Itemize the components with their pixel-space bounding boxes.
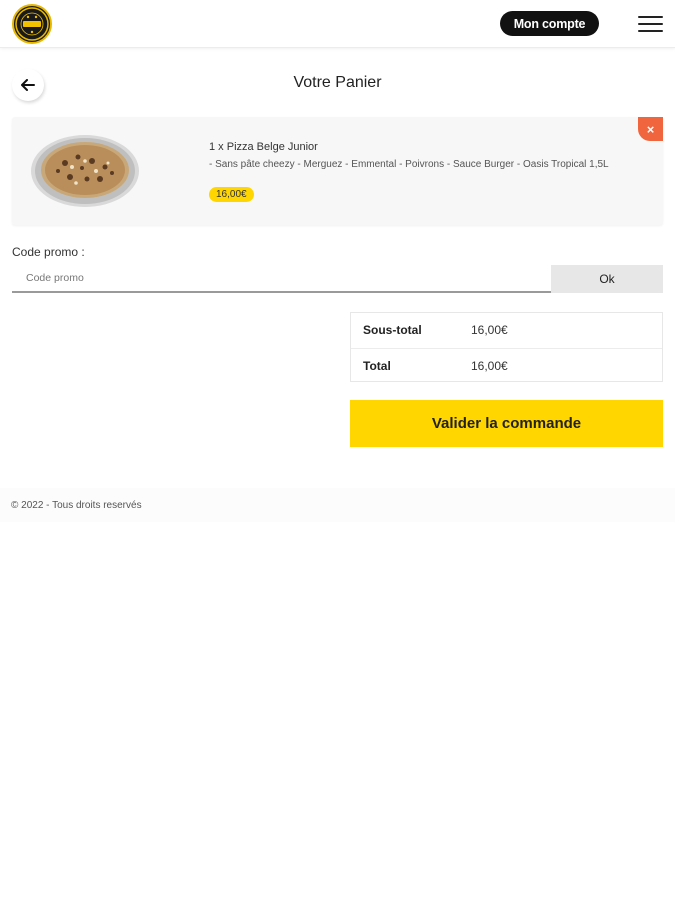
copyright-text: © 2022 - Tous droits reservés — [11, 500, 142, 511]
remove-item-button[interactable]: × — [638, 117, 663, 141]
validate-order-button[interactable]: Valider la commande — [350, 400, 663, 447]
totals-table: Sous-total 16,00€ Total 16,00€ — [350, 312, 663, 382]
total-value: 16,00€ — [471, 359, 508, 373]
cart-item: 1 x Pizza Belge Junior - Sans pâte cheez… — [12, 117, 663, 225]
pizza-image — [31, 135, 139, 207]
my-account-button[interactable]: Mon compte — [500, 11, 599, 36]
subtotal-row: Sous-total 16,00€ — [351, 313, 662, 348]
total-row: Total 16,00€ — [351, 348, 662, 383]
subtotal-value: 16,00€ — [471, 323, 508, 337]
promo-code-label: Code promo : — [12, 245, 85, 259]
cart-item-description: - Sans pâte cheezy - Merguez - Emmental … — [209, 159, 609, 170]
promo-code-input[interactable] — [12, 265, 551, 293]
page-title: Votre Panier — [293, 74, 382, 91]
hamburger-menu-icon[interactable] — [638, 14, 663, 34]
pizza-logo-icon[interactable] — [12, 4, 52, 44]
subtotal-label: Sous-total — [363, 323, 422, 337]
promo-apply-button[interactable]: Ok — [551, 265, 663, 293]
close-icon: × — [646, 121, 655, 137]
total-label: Total — [363, 359, 391, 373]
cart-item-price-badge: 16,00€ — [209, 187, 254, 202]
cart-item-title: 1 x Pizza Belge Junior — [209, 141, 318, 153]
logo-graphic — [15, 7, 49, 41]
footer: © 2022 - Tous droits reservés — [0, 488, 675, 522]
top-header: Mon compte — [0, 0, 675, 48]
